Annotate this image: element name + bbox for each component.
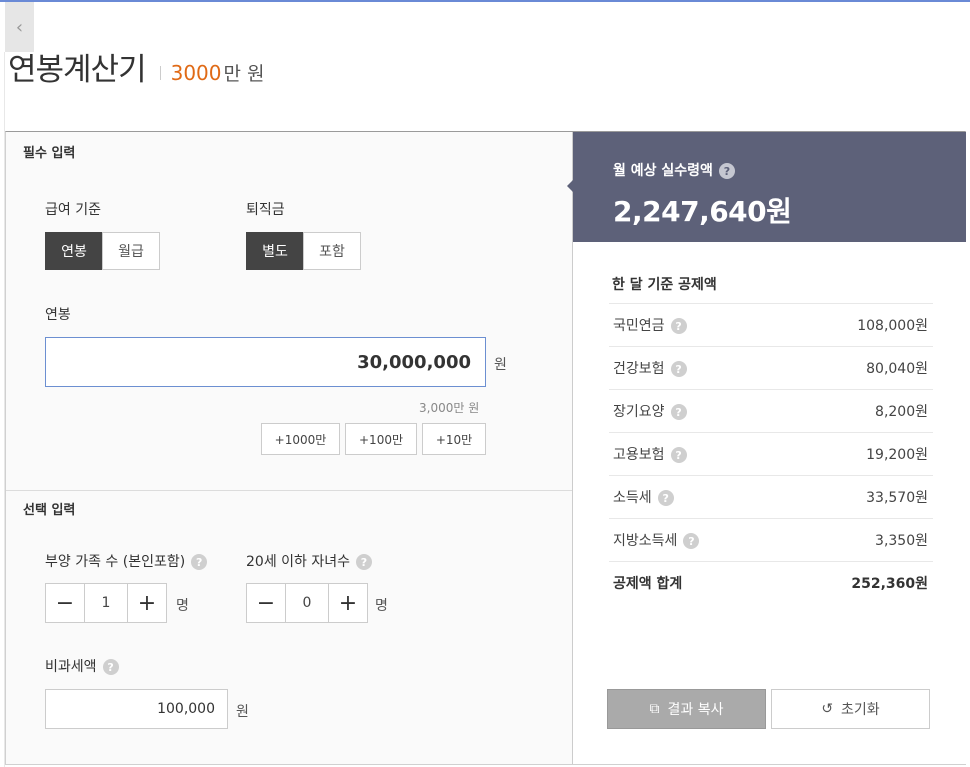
dependents-unit: 명 xyxy=(176,598,189,614)
severance-label: 퇴직금 xyxy=(246,202,285,218)
add-100-button[interactable]: +100만 xyxy=(345,423,417,455)
severance-included[interactable]: 포함 xyxy=(303,232,361,270)
help-icon[interactable]: ? xyxy=(683,533,700,549)
children-label-text: 20세 이하 자녀수 xyxy=(246,554,350,570)
header-salary-value: 3000 xyxy=(170,61,222,85)
reset-icon: ↺ xyxy=(821,701,834,717)
copy-icon: ⧉ xyxy=(649,701,660,717)
salary-label: 연봉 xyxy=(45,307,71,323)
deduction-value: 3,350원 xyxy=(875,533,928,549)
minus-icon: − xyxy=(256,590,276,616)
input-panel: 필수 입력 급여 기준 연봉 월급 퇴직금 별도 포함 연봉 원 3,000만 … xyxy=(6,132,572,764)
salary-unit: 원 xyxy=(494,357,507,373)
children-value[interactable]: 0 xyxy=(286,583,328,623)
salary-input[interactable] xyxy=(45,337,486,387)
deduction-row: 장기요양? 8,200원 xyxy=(609,389,933,432)
help-icon[interactable]: ? xyxy=(191,554,208,570)
children-decrease-button[interactable]: − xyxy=(246,583,286,623)
help-icon[interactable]: ? xyxy=(670,361,687,377)
deduction-row: 지방소득세? 3,350원 xyxy=(609,518,933,561)
children-unit: 명 xyxy=(375,598,388,614)
deduction-row: 국민연금? 108,000원 xyxy=(609,303,933,346)
help-icon[interactable]: ? xyxy=(102,659,119,675)
result-pointer xyxy=(567,180,573,192)
deduction-row: 소득세? 33,570원 xyxy=(609,475,933,518)
add-10-button[interactable]: +10만 xyxy=(422,423,486,455)
children-stepper: − 0 + xyxy=(246,583,368,623)
plus-icon: + xyxy=(137,590,157,616)
required-section-title: 필수 입력 xyxy=(23,146,76,161)
copy-result-button[interactable]: ⧉ 결과 복사 xyxy=(607,689,766,729)
result-panel: 월 예상 실수령액? 2,247,640원 한 달 기준 공제액 국민연금? 1… xyxy=(567,132,966,764)
nontaxable-label: 비과세액? xyxy=(45,656,119,676)
pay-basis-annual[interactable]: 연봉 xyxy=(45,232,103,270)
title-divider xyxy=(159,66,161,80)
result-header: 월 예상 실수령액? 2,247,640원 xyxy=(567,132,966,242)
deduction-name: 지방소득세 xyxy=(613,533,678,549)
deduction-list: 국민연금? 108,000원 건강보험? 80,040원 장기요양? 8,200… xyxy=(609,303,933,604)
deduction-row: 건강보험? 80,040원 xyxy=(609,346,933,389)
deduction-name: 건강보험 xyxy=(613,361,665,377)
dependents-label: 부양 가족 수 (본인포함)? xyxy=(45,551,208,571)
top-border xyxy=(0,0,970,2)
page-title: 연봉계산기 xyxy=(8,52,147,88)
copy-result-label: 결과 복사 xyxy=(667,702,724,718)
deduction-name: 국민연금 xyxy=(613,318,665,334)
reset-button[interactable]: ↺ 초기화 xyxy=(771,689,930,729)
deduction-name: 장기요양 xyxy=(613,404,665,420)
nontaxable-label-text: 비과세액 xyxy=(45,659,97,675)
header-salary-unit: 만 원 xyxy=(223,63,265,85)
deduction-name: 고용보험 xyxy=(613,447,665,463)
children-increase-button[interactable]: + xyxy=(328,583,368,623)
chevron-left-icon: ‹ xyxy=(15,16,24,38)
help-icon[interactable]: ? xyxy=(670,318,687,334)
dependents-stepper: − 1 + xyxy=(45,583,167,623)
help-icon[interactable]: ? xyxy=(718,163,735,179)
severance-separate[interactable]: 별도 xyxy=(246,232,304,270)
deduction-row: 고용보험? 19,200원 xyxy=(609,432,933,475)
nontaxable-input[interactable] xyxy=(45,689,228,729)
nontaxable-unit: 원 xyxy=(236,704,249,720)
children-label: 20세 이하 자녀수? xyxy=(246,551,372,571)
dependents-label-text: 부양 가족 수 (본인포함) xyxy=(45,554,186,570)
deduction-title: 한 달 기준 공제액 xyxy=(612,277,717,293)
pay-basis-monthly[interactable]: 월급 xyxy=(102,232,160,270)
optional-section-title: 선택 입력 xyxy=(23,503,76,518)
net-pay-amount: 2,247,640원 xyxy=(613,195,792,228)
help-icon[interactable]: ? xyxy=(356,554,372,570)
help-icon[interactable]: ? xyxy=(670,447,687,463)
quick-add-buttons: +1000만 +100만 +10만 xyxy=(261,423,486,455)
salary-helper-text: 3,000만 원 xyxy=(419,401,480,415)
help-icon[interactable]: ? xyxy=(657,490,674,506)
deduction-total-row: 공제액 합계 252,360원 xyxy=(609,561,933,604)
severance-toggle: 별도 포함 xyxy=(246,232,361,270)
net-pay-label-text: 월 예상 실수령액 xyxy=(613,163,713,179)
deduction-total-label: 공제액 합계 xyxy=(613,576,683,592)
dependents-decrease-button[interactable]: − xyxy=(45,583,85,623)
deduction-value: 108,000원 xyxy=(857,318,928,334)
reset-label: 초기화 xyxy=(841,702,880,718)
deduction-value: 19,200원 xyxy=(866,447,928,463)
dependents-value[interactable]: 1 xyxy=(85,583,127,623)
deduction-total-value: 252,360원 xyxy=(851,576,928,592)
pay-basis-toggle: 연봉 월급 xyxy=(45,232,160,270)
deduction-value: 33,570원 xyxy=(866,490,928,506)
deduction-value: 8,200원 xyxy=(875,404,928,420)
pay-basis-label: 급여 기준 xyxy=(45,202,101,218)
plus-icon: + xyxy=(338,590,358,616)
help-icon[interactable]: ? xyxy=(670,404,687,420)
net-pay-label: 월 예상 실수령액? xyxy=(613,160,735,180)
page-header: 연봉계산기 3000 만 원 xyxy=(8,44,265,89)
section-divider xyxy=(6,490,572,491)
add-1000-button[interactable]: +1000만 xyxy=(261,423,340,455)
deduction-name: 소득세 xyxy=(613,490,652,506)
dependents-increase-button[interactable]: + xyxy=(127,583,167,623)
calculator-panel: 필수 입력 급여 기준 연봉 월급 퇴직금 별도 포함 연봉 원 3,000만 … xyxy=(5,131,966,765)
minus-icon: − xyxy=(55,590,75,616)
deduction-value: 80,040원 xyxy=(866,361,928,377)
